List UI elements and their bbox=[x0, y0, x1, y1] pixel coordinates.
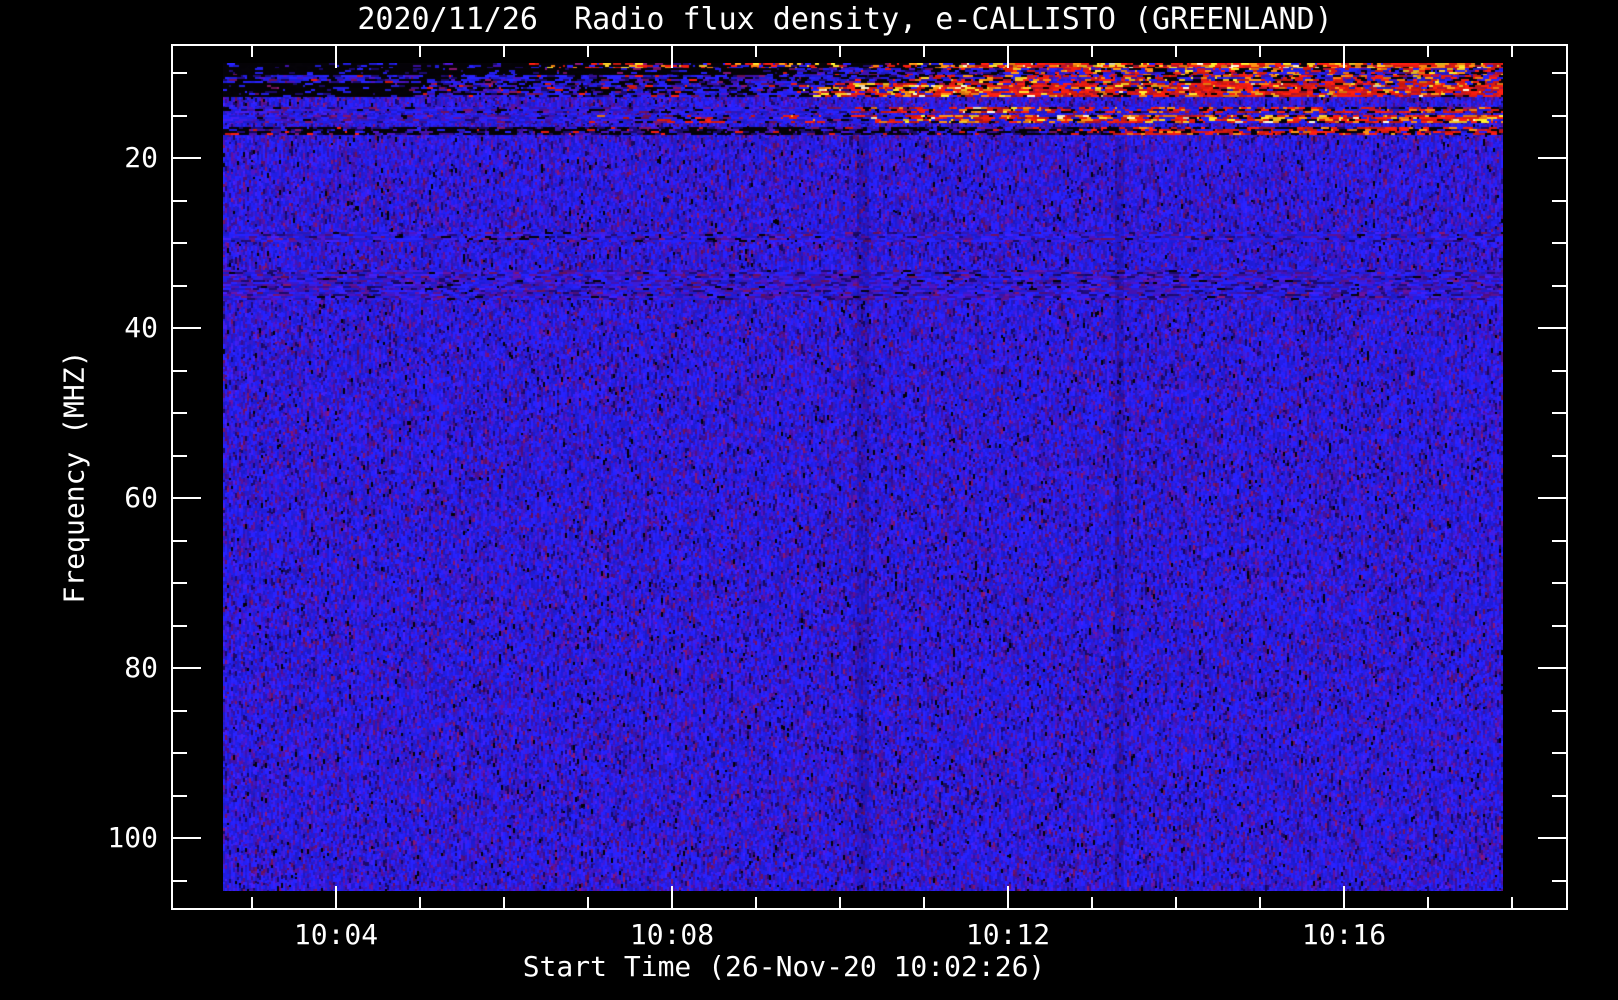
y-tick-label: 20 bbox=[124, 141, 158, 174]
tick-mark bbox=[173, 794, 187, 797]
tick-mark bbox=[1007, 46, 1009, 68]
tick-mark bbox=[173, 454, 187, 457]
tick-mark bbox=[755, 46, 757, 57]
tick-mark bbox=[1552, 752, 1566, 754]
x-tick-label: 10:16 bbox=[1301, 918, 1387, 951]
x-tick-label: 10:08 bbox=[629, 918, 715, 951]
x-tick-label: 10:12 bbox=[965, 918, 1051, 951]
tick-mark bbox=[1552, 582, 1566, 584]
tick-mark bbox=[173, 582, 187, 584]
tick-mark bbox=[1343, 886, 1345, 908]
tick-mark bbox=[1538, 497, 1566, 499]
tick-mark bbox=[671, 886, 673, 908]
spectrogram-screen: 2020/11/26 Radio flux density, e-CALLIST… bbox=[0, 0, 1618, 1000]
tick-mark bbox=[251, 46, 253, 57]
tick-mark bbox=[1511, 897, 1513, 908]
y-axis-title: Frequency (MHZ) bbox=[57, 350, 91, 604]
tick-mark bbox=[503, 46, 505, 57]
tick-mark bbox=[839, 46, 841, 57]
tick-mark bbox=[1007, 886, 1009, 908]
plot-frame bbox=[171, 44, 1568, 910]
tick-mark bbox=[1552, 114, 1566, 117]
tick-mark bbox=[173, 327, 201, 329]
tick-mark bbox=[173, 837, 201, 839]
tick-mark bbox=[173, 72, 187, 74]
tick-mark bbox=[173, 497, 201, 499]
tick-mark bbox=[173, 624, 187, 627]
tick-mark bbox=[173, 242, 187, 244]
tick-mark bbox=[1552, 199, 1566, 202]
y-tick-label: 80 bbox=[124, 651, 158, 684]
tick-mark bbox=[755, 897, 757, 908]
tick-mark bbox=[1552, 72, 1566, 74]
tick-mark bbox=[173, 752, 187, 754]
tick-mark bbox=[1552, 539, 1566, 542]
tick-mark bbox=[587, 46, 589, 57]
tick-mark bbox=[1538, 837, 1566, 839]
tick-mark bbox=[1538, 667, 1566, 669]
tick-mark bbox=[1552, 879, 1566, 882]
tick-mark bbox=[1552, 242, 1566, 244]
tick-mark bbox=[335, 46, 337, 68]
tick-mark bbox=[503, 897, 505, 908]
x-axis-title: Start Time (26-Nov-20 10:02:26) bbox=[522, 950, 1046, 983]
tick-mark bbox=[1511, 46, 1513, 57]
tick-mark bbox=[1538, 327, 1566, 329]
tick-mark bbox=[173, 157, 201, 159]
tick-mark bbox=[173, 114, 187, 117]
tick-mark bbox=[1552, 369, 1566, 372]
tick-mark bbox=[839, 897, 841, 908]
tick-mark bbox=[419, 897, 421, 908]
tick-mark bbox=[173, 199, 187, 202]
tick-mark bbox=[173, 369, 187, 372]
chart-title: 2020/11/26 Radio flux density, e-CALLIST… bbox=[357, 2, 1333, 37]
tick-mark bbox=[173, 709, 187, 712]
y-tick-label: 40 bbox=[124, 311, 158, 344]
tick-mark bbox=[1552, 794, 1566, 797]
x-tick-label: 10:04 bbox=[293, 918, 379, 951]
tick-mark bbox=[1343, 46, 1345, 68]
tick-mark bbox=[173, 412, 187, 414]
y-tick-label: 100 bbox=[107, 821, 158, 854]
tick-mark bbox=[1175, 897, 1177, 908]
tick-mark bbox=[1175, 46, 1177, 57]
tick-mark bbox=[173, 539, 187, 542]
tick-mark bbox=[1091, 46, 1093, 57]
tick-mark bbox=[173, 667, 201, 669]
tick-mark bbox=[419, 46, 421, 57]
tick-mark bbox=[1552, 624, 1566, 627]
tick-mark bbox=[923, 46, 925, 57]
tick-mark bbox=[1552, 709, 1566, 712]
tick-mark bbox=[1091, 897, 1093, 908]
tick-mark bbox=[335, 886, 337, 908]
tick-mark bbox=[1427, 897, 1429, 908]
tick-mark bbox=[173, 879, 187, 882]
tick-mark bbox=[1259, 46, 1261, 57]
tick-mark bbox=[251, 897, 253, 908]
tick-mark bbox=[587, 897, 589, 908]
tick-mark bbox=[1538, 157, 1566, 159]
tick-mark bbox=[1259, 897, 1261, 908]
tick-mark bbox=[1552, 454, 1566, 457]
tick-mark bbox=[923, 897, 925, 908]
tick-mark bbox=[1552, 412, 1566, 414]
tick-mark bbox=[1552, 284, 1566, 287]
tick-mark bbox=[1427, 46, 1429, 57]
tick-mark bbox=[671, 46, 673, 68]
tick-mark bbox=[173, 284, 187, 287]
y-tick-label: 60 bbox=[124, 481, 158, 514]
